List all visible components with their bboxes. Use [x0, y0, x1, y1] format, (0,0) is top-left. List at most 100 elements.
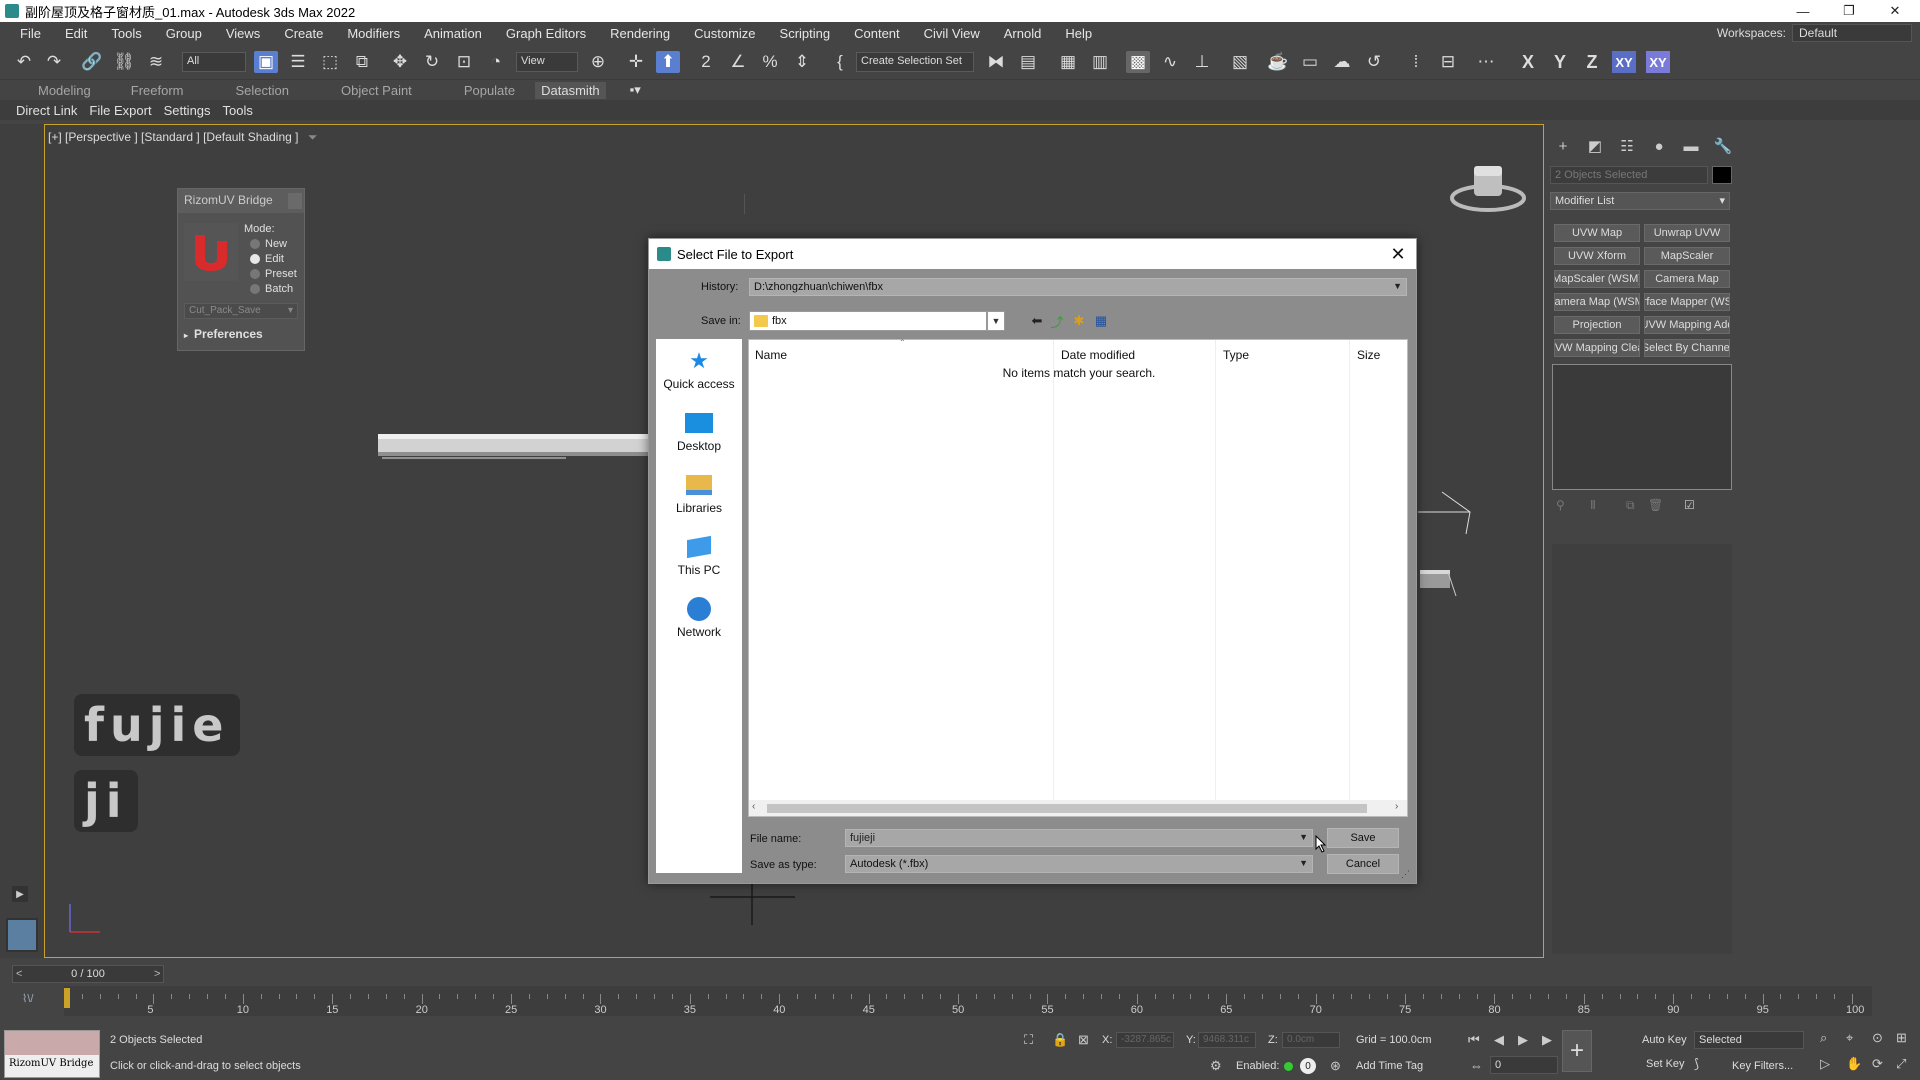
- horizontal-scrollbar[interactable]: ‹ ›: [749, 800, 1407, 816]
- ribbon-options-icon[interactable]: ▪▾: [630, 82, 641, 98]
- menu-scripting[interactable]: Scripting: [768, 26, 843, 41]
- selection-lock-icon[interactable]: 🔒: [1052, 1032, 1068, 1048]
- pan-view-icon[interactable]: ✋: [1846, 1056, 1862, 1072]
- rizom-mode-batch[interactable]: Batch: [250, 283, 297, 295]
- column-date-modified[interactable]: Date modified: [1061, 348, 1135, 362]
- axis-x-button[interactable]: X: [1516, 51, 1540, 73]
- menu-animation[interactable]: Animation: [412, 26, 494, 41]
- key-selection-dropdown[interactable]: Selected: [1694, 1031, 1804, 1049]
- uvw-mapping-clear-button[interactable]: UVW Mapping Clear: [1554, 339, 1640, 357]
- rotate-icon[interactable]: ↻: [420, 51, 444, 73]
- rizom-thumbnail[interactable]: RizomUV Bridge: [4, 1030, 100, 1078]
- viewport-filter-icon[interactable]: ⏷: [308, 130, 318, 144]
- configure-modifier-sets-icon[interactable]: ☑: [1684, 498, 1700, 514]
- menu-civil-view[interactable]: Civil View: [912, 26, 992, 41]
- pivot-center-icon[interactable]: ⊕: [586, 51, 610, 73]
- restore-icon[interactable]: ❐: [1826, 0, 1872, 22]
- curve-editor-icon[interactable]: ∿: [1158, 51, 1182, 73]
- adaptive-degradation-icon[interactable]: ⚙: [1210, 1058, 1222, 1074]
- place-desktop[interactable]: Desktop: [656, 411, 742, 453]
- rizom-action-dropdown[interactable]: Cut_Pack_Save ▾: [184, 303, 298, 319]
- scroll-right-icon[interactable]: ›: [1395, 801, 1398, 812]
- up-one-level-icon[interactable]: ⤴: [1049, 313, 1065, 330]
- move-icon[interactable]: ✥: [388, 51, 412, 73]
- time-next-icon[interactable]: >: [154, 968, 160, 980]
- viewport-label[interactable]: [+] [Perspective ] [Standard ] [Default …: [48, 130, 317, 145]
- column-size[interactable]: Size: [1357, 348, 1380, 362]
- mirror-icon[interactable]: ⧓: [984, 51, 1008, 73]
- file-list[interactable]: Name ⌃ Date modified Type Size No items …: [748, 338, 1408, 817]
- view-menu-icon[interactable]: ▦: [1093, 313, 1109, 329]
- play-expand-icon[interactable]: ▶: [12, 886, 28, 902]
- unlink-icon[interactable]: ⛓: [112, 51, 136, 73]
- select-object-icon[interactable]: ▣: [254, 51, 278, 73]
- current-frame-field[interactable]: 0: [1490, 1056, 1558, 1074]
- cancel-button[interactable]: Cancel: [1327, 854, 1399, 874]
- rizom-preferences-rollout[interactable]: ▸ Preferences: [184, 327, 263, 341]
- pin-stack-icon[interactable]: ⚲: [1556, 498, 1572, 514]
- tab-object-paint[interactable]: Object Paint: [341, 83, 412, 98]
- rizom-mode-preset[interactable]: Preset: [250, 268, 297, 280]
- resize-grip-icon[interactable]: ⋰: [1401, 869, 1411, 879]
- next-frame-icon[interactable]: ▶: [1542, 1032, 1552, 1048]
- close-window-icon[interactable]: ✕: [1872, 0, 1918, 22]
- select-manipulate-icon[interactable]: ✛: [624, 51, 648, 73]
- save-as-type-dropdown[interactable]: Autodesk (*.fbx) ▼: [845, 855, 1313, 873]
- auto-key-button[interactable]: Auto Key: [1642, 1034, 1687, 1046]
- rizom-mode-edit[interactable]: Edit: [250, 253, 297, 265]
- tools-button[interactable]: Tools: [223, 103, 253, 118]
- column-name[interactable]: Name: [755, 348, 787, 362]
- menu-help[interactable]: Help: [1053, 26, 1104, 41]
- scale-icon[interactable]: ⊡: [452, 51, 476, 73]
- material-editor-icon[interactable]: ▧: [1228, 51, 1252, 73]
- menu-views[interactable]: Views: [214, 26, 272, 41]
- place-this-pc[interactable]: This PC: [656, 535, 742, 577]
- menu-graph-editors[interactable]: Graph Editors: [494, 26, 598, 41]
- roof-beam-object[interactable]: [376, 430, 648, 460]
- menu-group[interactable]: Group: [154, 26, 214, 41]
- maximize-viewport-icon[interactable]: ⤢: [1896, 1056, 1906, 1072]
- keyboard-shortcut-override-icon[interactable]: ⬆: [656, 51, 680, 73]
- undo-icon[interactable]: ↶: [12, 51, 36, 73]
- modifier-list-dropdown[interactable]: Modifier List ▾: [1550, 192, 1730, 210]
- menu-content[interactable]: Content: [842, 26, 912, 41]
- tab-modeling[interactable]: Modeling: [38, 83, 91, 98]
- tab-selection[interactable]: Selection: [236, 83, 289, 98]
- dialog-close-icon[interactable]: ✕: [1386, 242, 1410, 266]
- viewport-label-text[interactable]: [+] [Perspective ] [Standard ] [Default …: [48, 130, 298, 144]
- rectangular-selection-icon[interactable]: ⬚: [318, 51, 342, 73]
- uvw-mapping-add-button[interactable]: UVW Mapping Add: [1644, 316, 1730, 334]
- placement-icon[interactable]: ◔: [484, 51, 508, 73]
- align-icon[interactable]: ▤: [1016, 51, 1040, 73]
- menu-tools[interactable]: Tools: [99, 26, 153, 41]
- modifier-stack[interactable]: [1552, 364, 1732, 490]
- enabled-toggle[interactable]: 0: [1300, 1058, 1316, 1074]
- make-unique-icon[interactable]: ⧉: [1626, 498, 1642, 514]
- axis-xy-button[interactable]: XY: [1612, 51, 1636, 73]
- projection-button[interactable]: Projection: [1554, 316, 1640, 334]
- set-key-large-icon[interactable]: +: [1562, 1030, 1592, 1072]
- save-button[interactable]: Save: [1327, 828, 1399, 848]
- scroll-left-icon[interactable]: ‹: [752, 801, 755, 812]
- set-key-button[interactable]: Set Key: [1646, 1058, 1685, 1070]
- go-to-start-icon[interactable]: ⏮: [1468, 1032, 1480, 1048]
- angle-snap-icon[interactable]: ∠: [726, 51, 750, 73]
- menu-modifiers[interactable]: Modifiers: [335, 26, 412, 41]
- edit-named-selection-icon[interactable]: {: [828, 51, 852, 73]
- surface-mapper-button[interactable]: Surface Mapper (WSM): [1644, 293, 1730, 311]
- reference-coordinate-dropdown[interactable]: View: [516, 52, 578, 72]
- redo-icon[interactable]: ↷: [42, 51, 66, 73]
- select-by-channel-button[interactable]: Select By Channel: [1644, 339, 1730, 357]
- bind-space-warp-icon[interactable]: ≋: [144, 51, 168, 73]
- rizom-mode-new[interactable]: New: [250, 238, 297, 250]
- menu-arnold[interactable]: Arnold: [992, 26, 1054, 41]
- percent-snap-icon[interactable]: %: [758, 51, 782, 73]
- time-slider[interactable]: < 0 / 100 >: [12, 965, 164, 983]
- tab-freeform[interactable]: Freeform: [131, 83, 184, 98]
- new-folder-icon[interactable]: ✱: [1071, 313, 1087, 329]
- menu-create[interactable]: Create: [272, 26, 335, 41]
- workspaces-dropdown[interactable]: Default: [1792, 24, 1912, 42]
- file-name-input[interactable]: fujieji ▼: [845, 829, 1313, 847]
- place-libraries[interactable]: Libraries: [656, 473, 742, 515]
- y-coordinate-field[interactable]: 9468.311c: [1198, 1032, 1256, 1048]
